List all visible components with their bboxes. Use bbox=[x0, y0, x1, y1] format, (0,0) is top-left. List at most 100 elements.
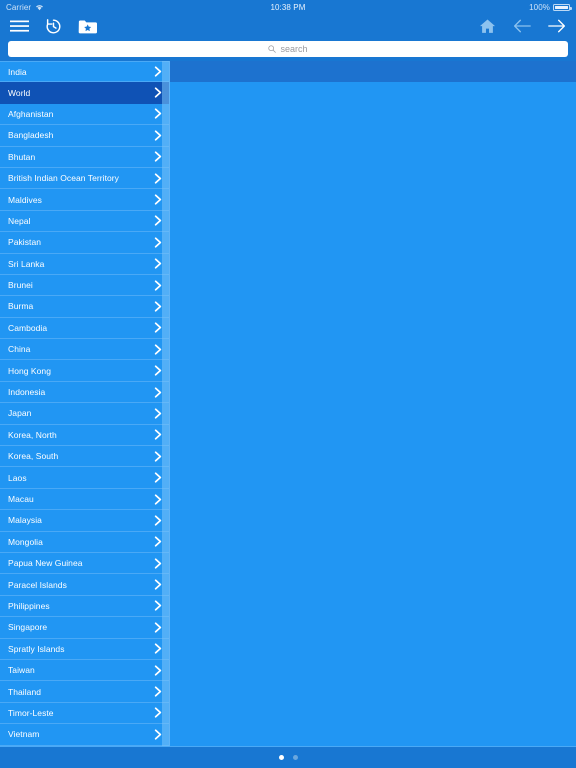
list-item[interactable]: India bbox=[0, 61, 169, 83]
list-item[interactable]: Nepal bbox=[0, 210, 169, 233]
list-item[interactable]: Hong Kong bbox=[0, 360, 169, 382]
chevron-right-icon bbox=[154, 215, 162, 227]
list-item[interactable]: Japan bbox=[0, 403, 169, 425]
list-item[interactable]: Timor-Leste bbox=[0, 702, 169, 725]
chevron-right-icon bbox=[154, 173, 162, 184]
list-item-label: Singapore bbox=[8, 622, 48, 633]
chevron-right-icon bbox=[154, 130, 162, 141]
list-item[interactable]: Cambodia bbox=[0, 317, 169, 340]
list-item[interactable]: Philippines bbox=[0, 595, 169, 618]
list-item[interactable]: Sri Lanka bbox=[0, 253, 169, 275]
list-item[interactable]: Maldives bbox=[0, 189, 169, 211]
chevron-right-icon bbox=[154, 600, 162, 612]
search-input[interactable]: search bbox=[8, 41, 568, 57]
chevron-right-icon bbox=[154, 301, 162, 312]
folder-star-icon[interactable] bbox=[78, 19, 97, 34]
list-item-label: Korea, South bbox=[8, 451, 59, 462]
list-item-label: India bbox=[8, 66, 27, 77]
list-item[interactable]: Burma bbox=[0, 296, 169, 318]
chevron-right-icon bbox=[154, 322, 162, 333]
list-item[interactable]: Malaysia bbox=[0, 510, 169, 532]
list-item[interactable]: Brunei bbox=[0, 274, 169, 297]
chevron-right-icon bbox=[154, 643, 162, 654]
list-item-label: Vietnam bbox=[8, 729, 40, 740]
wifi-icon bbox=[35, 4, 44, 11]
split-view: India World Afghanistan Bangladesh Bhutan Bri… bbox=[0, 61, 576, 746]
list-item[interactable]: Singapore bbox=[0, 617, 169, 639]
status-bar: Carrier 10:38 PM 100% bbox=[0, 0, 576, 14]
list-item[interactable]: Afghanistan bbox=[0, 103, 169, 126]
list-item[interactable]: Laos bbox=[0, 467, 169, 489]
chevron-right-icon bbox=[154, 87, 162, 98]
list-item-label: Burma bbox=[8, 301, 34, 312]
chevron-right-icon bbox=[154, 707, 162, 719]
toolbar bbox=[0, 14, 576, 38]
list-item[interactable]: Vietnam bbox=[0, 724, 169, 746]
list-item[interactable]: Papua New Guinea bbox=[0, 552, 169, 575]
chevron-right-icon bbox=[154, 472, 162, 483]
list-item-label: Timor-Leste bbox=[8, 707, 54, 718]
list-item-label: Japan bbox=[8, 408, 32, 419]
list-item-label: Cambodia bbox=[8, 322, 48, 333]
hamburger-menu-icon[interactable] bbox=[10, 19, 29, 33]
chevron-right-icon bbox=[154, 258, 162, 269]
chevron-right-icon bbox=[154, 108, 162, 120]
search-placeholder: search bbox=[280, 43, 308, 54]
home-icon[interactable] bbox=[479, 18, 496, 34]
detail-pane bbox=[170, 61, 576, 746]
chevron-right-icon bbox=[154, 66, 162, 77]
page-dot[interactable] bbox=[278, 755, 284, 760]
list-item-label: Laos bbox=[8, 472, 27, 483]
list-item-label: Indonesia bbox=[8, 387, 46, 398]
chevron-right-icon bbox=[154, 429, 162, 440]
history-clock-icon[interactable] bbox=[45, 18, 62, 35]
arrow-right-icon[interactable] bbox=[548, 18, 566, 34]
list-item[interactable]: Korea, South bbox=[0, 446, 169, 468]
list-item[interactable]: British Indian Ocean Territory bbox=[0, 167, 169, 190]
battery-full-icon bbox=[552, 3, 572, 11]
list-item[interactable]: Taiwan bbox=[0, 659, 169, 682]
country-list: India World Afghanistan Bangladesh Bhutan Bri… bbox=[0, 61, 169, 746]
list-item-label: Spratly Islands bbox=[8, 643, 65, 654]
page-dot[interactable] bbox=[292, 755, 298, 760]
list-item-label: Taiwan bbox=[8, 665, 35, 676]
list-item[interactable]: China bbox=[0, 339, 169, 361]
search-icon bbox=[268, 45, 277, 53]
list-item-label: Bhutan bbox=[8, 151, 36, 162]
detail-header-bar bbox=[170, 61, 576, 82]
list-item[interactable]: Bangladesh bbox=[0, 125, 169, 147]
detail-content-area bbox=[170, 82, 576, 746]
list-item[interactable]: Paracel Islands bbox=[0, 574, 169, 596]
list-item-label: Hong Kong bbox=[8, 365, 51, 376]
search-bar-container: search bbox=[0, 38, 576, 61]
list-item-label: Nepal bbox=[8, 215, 31, 226]
list-item[interactable]: World bbox=[0, 82, 169, 104]
list-item[interactable]: Thailand bbox=[0, 681, 169, 703]
arrow-left-icon[interactable] bbox=[513, 18, 531, 34]
list-item-label: Macau bbox=[8, 494, 34, 504]
list-item[interactable]: Bhutan bbox=[0, 146, 169, 168]
list-item-label: Bangladesh bbox=[8, 130, 54, 141]
list-item-label: World bbox=[8, 87, 31, 98]
country-list-pane[interactable]: India World Afghanistan Bangladesh Bhutan Bri… bbox=[0, 61, 170, 746]
list-item-label: Thailand bbox=[8, 686, 42, 697]
chevron-right-icon bbox=[154, 686, 162, 697]
chevron-right-icon bbox=[154, 279, 162, 291]
list-item-label: Afghanistan bbox=[8, 108, 54, 119]
chevron-right-icon bbox=[154, 558, 162, 569]
list-item[interactable]: Macau bbox=[0, 488, 169, 511]
list-item-label: Brunei bbox=[8, 280, 33, 291]
toolbar-right-group bbox=[479, 18, 566, 34]
chevron-right-icon bbox=[154, 493, 162, 505]
chevron-right-icon bbox=[154, 194, 162, 205]
carrier-label: Carrier bbox=[6, 2, 32, 12]
list-item[interactable]: Korea, North bbox=[0, 424, 169, 447]
list-item[interactable]: Indonesia bbox=[0, 381, 169, 404]
chevron-right-icon bbox=[154, 665, 162, 676]
chevron-right-icon bbox=[154, 729, 162, 740]
list-item[interactable]: Spratly Islands bbox=[0, 638, 169, 660]
list-item[interactable]: Pakistan bbox=[0, 232, 169, 254]
chevron-right-icon bbox=[154, 451, 162, 462]
list-item[interactable]: Mongolia bbox=[0, 531, 169, 553]
chevron-right-icon bbox=[154, 365, 162, 376]
